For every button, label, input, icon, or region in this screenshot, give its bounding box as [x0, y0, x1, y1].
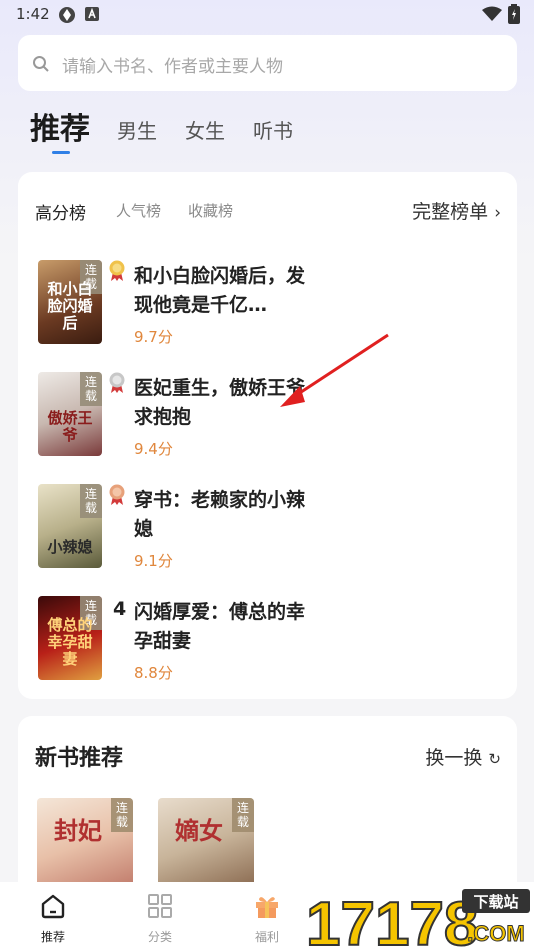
cover-title: 傅总的幸孕甜妻 [47, 616, 93, 668]
refresh-label: 换一换 [425, 747, 483, 769]
tab-audiobook[interactable]: 听书 [253, 115, 293, 144]
book-score: 9.1分 [134, 552, 173, 570]
cover-title: 嫡女 [175, 817, 223, 845]
refresh-button[interactable]: 换一换 ↻ [425, 743, 501, 770]
book-title[interactable]: 医妃重生，傲娇王爷求抱抱 [134, 374, 309, 432]
category-tabs: 推荐 男生 女生 听书 [30, 108, 510, 158]
cover-title: 和小白脸闪婚后 [47, 280, 93, 332]
cover-title: 傲娇王爷 [47, 409, 93, 444]
nav-label: 推荐 [40, 930, 65, 944]
serial-tag: 连载 [80, 372, 102, 406]
book-cover[interactable]: 连载 傅总的幸孕甜妻 [38, 596, 102, 680]
tab-popularity[interactable]: 人气榜 [116, 200, 161, 221]
nav-category[interactable]: 分类 [130, 892, 190, 945]
section-title: 新书推荐 [35, 746, 124, 771]
serial-tag: 连载 [232, 798, 254, 832]
book-score: 8.8分 [134, 664, 173, 682]
book-title[interactable]: 穿书：老赖家的小辣媳 [134, 486, 309, 544]
book-score: 9.4分 [134, 440, 173, 458]
tab-high-score[interactable]: 高分榜 [35, 199, 86, 224]
watermark-suffix: .COM [467, 921, 524, 946]
chevron-right-icon: › [494, 203, 501, 223]
new-book-cover[interactable]: 连载 封妃 [37, 798, 133, 888]
ranking-book-item[interactable]: 连载 小辣媳 穿书：老赖家的小辣媳 9.1分 [38, 484, 498, 574]
new-book-cover[interactable]: 连载 嫡女 [158, 798, 254, 888]
settings-status-icon [58, 6, 76, 28]
site-watermark: 17178 下载站 .COM [300, 883, 532, 950]
book-cover[interactable]: 连载 傲娇王爷 [38, 372, 102, 456]
battery-icon [508, 4, 520, 28]
ranking-book-item[interactable]: 连载 傲娇王爷 医妃重生，傲娇王爷求抱抱 9.4分 [38, 372, 498, 462]
refresh-icon: ↻ [488, 750, 501, 768]
watermark-label: 下载站 [473, 893, 518, 911]
tab-female[interactable]: 女生 [185, 115, 225, 144]
search-bar[interactable]: 请输入书名、作者或主要人物 [18, 35, 517, 91]
new-books-card: 新书推荐 换一换 ↻ 连载 封妃 连载 嫡女 [18, 716, 517, 896]
serial-tag: 连载 [80, 484, 102, 518]
tab-recommend[interactable]: 推荐 [30, 104, 90, 148]
book-title[interactable]: 闪婚厚爱：傅总的幸孕甜妻 [134, 598, 309, 656]
tab-favorites[interactable]: 收藏榜 [188, 200, 233, 221]
full-ranking-label: 完整榜单 [412, 201, 489, 223]
book-cover[interactable]: 连载 和小白脸闪婚后 [38, 260, 102, 344]
bronze-medal-icon [108, 484, 126, 505]
gold-medal-icon [108, 260, 126, 281]
search-placeholder: 请输入书名、作者或主要人物 [62, 57, 283, 77]
full-ranking-link[interactable]: 完整榜单 › [412, 197, 501, 224]
status-time: 1:42 [16, 5, 50, 23]
serial-tag: 连载 [111, 798, 133, 832]
ranking-book-item[interactable]: 连载 傅总的幸孕甜妻 4 闪婚厚爱：傅总的幸孕甜妻 8.8分 [38, 596, 498, 686]
book-score: 9.7分 [134, 328, 173, 346]
home-icon [41, 894, 65, 919]
rank-number: 4 [113, 598, 127, 620]
grid-icon [148, 894, 172, 918]
tab-active-indicator [52, 151, 70, 154]
ranking-card: 高分榜 人气榜 收藏榜 完整榜单 › 连载 和小白脸闪婚后 和小白脸闪婚后，发现… [18, 172, 517, 699]
nav-welfare[interactable]: 福利 [237, 892, 297, 945]
app-status-icon [84, 6, 100, 26]
book-title[interactable]: 和小白脸闪婚后，发现他竟是千亿… [134, 262, 309, 320]
status-bar: 1:42 [0, 0, 534, 30]
cover-title: 小辣媳 [47, 538, 93, 556]
ranking-book-item[interactable]: 连载 和小白脸闪婚后 和小白脸闪婚后，发现他竟是千亿… 9.7分 [38, 260, 498, 350]
nav-label: 分类 [147, 930, 172, 944]
gift-icon [256, 897, 278, 918]
tab-male[interactable]: 男生 [117, 115, 157, 144]
wifi-icon [482, 6, 502, 26]
watermark-brand: 17178 [306, 890, 478, 950]
cover-title: 封妃 [54, 817, 102, 845]
search-icon [32, 55, 50, 77]
nav-label: 福利 [254, 930, 279, 944]
silver-medal-icon [108, 372, 126, 393]
book-cover[interactable]: 连载 小辣媳 [38, 484, 102, 568]
nav-recommend[interactable]: 推荐 [23, 892, 83, 945]
